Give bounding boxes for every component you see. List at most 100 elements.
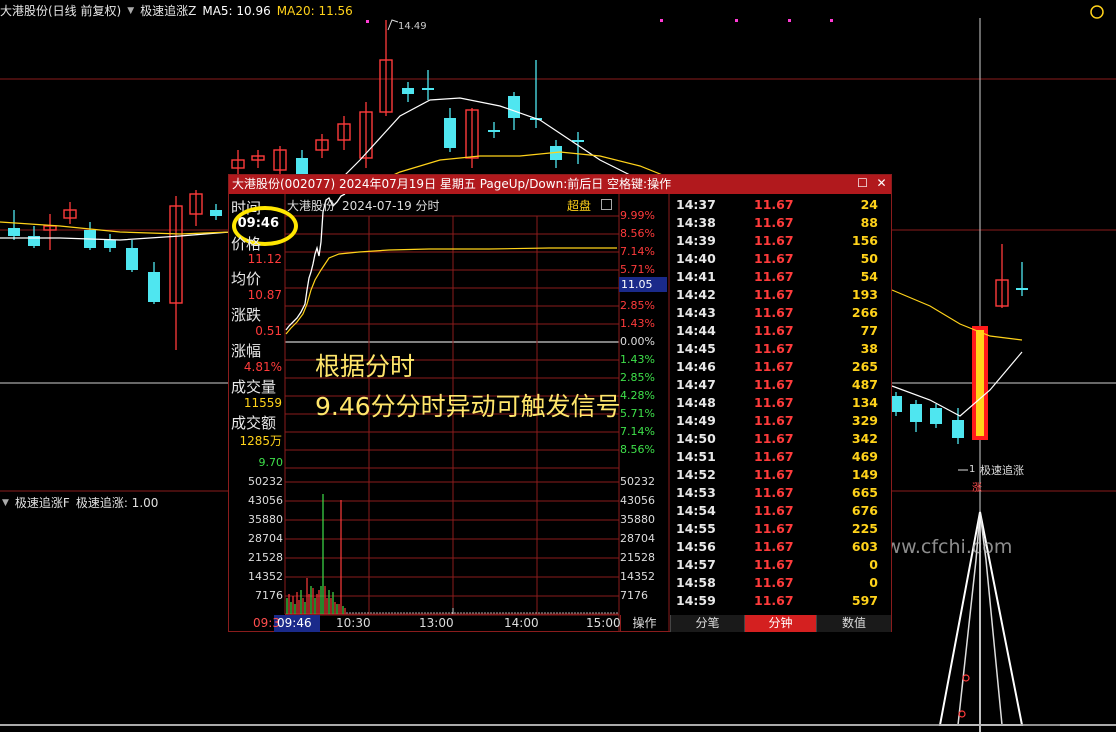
tick-row[interactable]: 14:52 11.67 149 [670, 467, 884, 485]
tick-row[interactable]: 14:44 11.67 77 [670, 323, 884, 341]
chart-stock-name: 大港股份 [287, 199, 336, 213]
average-line [285, 247, 617, 335]
tick-row[interactable]: 14:55 11.67 225 [670, 521, 884, 539]
tick-row[interactable]: 14:38 11.67 88 [670, 215, 884, 233]
candle-body [148, 272, 160, 302]
tick-volume: 329 [851, 413, 878, 428]
window-titlebar[interactable]: 大港股份(002077) 2024年07月19日 星期五 PageUp/Down… [229, 175, 891, 194]
pct-axis-label: 7.14% [620, 245, 655, 258]
candle-body [910, 404, 922, 422]
tick-row[interactable]: 14:51 11.67 469 [670, 449, 884, 467]
tick-row[interactable]: 14:47 11.67 487 [670, 377, 884, 395]
tick-time: 14:47 [676, 377, 716, 392]
tick-time: 14:56 [676, 539, 716, 554]
tick-row[interactable]: 14:54 11.67 676 [670, 503, 884, 521]
tick-volume: 665 [851, 485, 878, 500]
sub-marker [962, 674, 970, 682]
mode-toggle-icon[interactable] [601, 199, 612, 210]
chart-mode[interactable]: 超盘 [567, 197, 591, 214]
tick-row[interactable]: 14:43 11.67 266 [670, 305, 884, 323]
tick-price: 11.67 [754, 269, 794, 284]
marker-dot [735, 19, 738, 22]
candle-body [402, 88, 414, 94]
stock-title[interactable]: 大港股份(日线 前复权) [0, 2, 121, 19]
dropdown-arrow-icon[interactable]: ▼ [127, 6, 134, 16]
tick-row[interactable]: 14:50 11.67 342 [670, 431, 884, 449]
tick-row[interactable]: 14:40 11.67 50 [670, 251, 884, 269]
tab-minutes[interactable]: 分钟 [744, 615, 816, 632]
tick-row[interactable]: 14:56 11.67 603 [670, 539, 884, 557]
tick-time: 14:54 [676, 503, 716, 518]
tick-row[interactable]: 14:46 11.67 265 [670, 359, 884, 377]
tick-price: 11.67 [754, 305, 794, 320]
sub-indicator-name: 极速追涨F [14, 496, 70, 510]
tick-price: 11.67 [754, 377, 794, 392]
tick-price: 11.67 [754, 341, 794, 356]
tab-trades[interactable]: 分笔 [670, 615, 744, 632]
change-label: 涨跌 [231, 306, 262, 324]
tick-volume: 266 [851, 305, 878, 320]
volume-axis-left-label: 28704 [248, 532, 283, 545]
vol-value: 11559 [243, 396, 282, 410]
pct-label: 涨幅 [231, 342, 262, 360]
intraday-window[interactable]: 大港股份(002077) 2024年07月19日 星期五 PageUp/Down… [228, 174, 892, 632]
tick-row[interactable]: 14:42 11.67 193 [670, 287, 884, 305]
chart-date: 2024-07-19 分时 [342, 199, 440, 213]
ma20-label: MA20: 11.56 [276, 3, 353, 18]
tick-row[interactable]: 14:41 11.67 54 [670, 269, 884, 287]
tick-time: 14:44 [676, 323, 716, 338]
tick-volume: 193 [851, 287, 878, 302]
tick-row[interactable]: 14:59 11.67 597 [670, 593, 884, 611]
price-line [285, 194, 346, 331]
maximize-icon[interactable]: ☐ [855, 176, 870, 191]
tab-values[interactable]: 数值 [816, 615, 891, 632]
volume-axis-left-label: 43056 [248, 494, 283, 507]
tick-row[interactable]: 14:45 11.67 38 [670, 341, 884, 359]
tick-volume: 156 [851, 233, 878, 248]
tick-volume: 676 [851, 503, 878, 518]
settings-circle-icon [1090, 5, 1104, 19]
close-icon[interactable]: ✕ [874, 176, 889, 191]
dropdown-arrow-icon[interactable]: ▼ [2, 498, 9, 508]
tick-time: 14:59 [676, 593, 716, 608]
tick-time: 14:42 [676, 287, 716, 302]
tick-time: 14:49 [676, 413, 716, 428]
tick-row[interactable]: 14:37 11.67 24 [670, 197, 884, 215]
signal-tag: 涨 [972, 483, 982, 494]
x-tick-cursor: 09:46 [277, 616, 312, 630]
tick-price: 11.67 [754, 575, 794, 590]
pct-axis-label: 0.00% [620, 335, 655, 348]
tick-row[interactable]: 14:57 11.67 0 [670, 557, 884, 575]
tick-time: 14:51 [676, 449, 716, 464]
candle-body [210, 210, 222, 216]
volume-axis-left-label: 50232 [248, 475, 283, 488]
tick-time: 14:43 [676, 305, 716, 320]
main-chart-header: 大港股份(日线 前复权) ▼ 极速追涨Z MA5: 10.96 MA20: 11… [0, 2, 353, 19]
candle-body [422, 88, 434, 90]
tick-time: 14:46 [676, 359, 716, 374]
candle-body [126, 248, 138, 270]
tick-row[interactable]: 14:39 11.67 156 [670, 233, 884, 251]
tick-price: 11.67 [754, 539, 794, 554]
pct-axis-label: 4.28% [620, 389, 655, 402]
tick-volume: 54 [860, 269, 878, 284]
volume-axis-right-label: 28704 [620, 532, 655, 545]
tick-time: 14:58 [676, 575, 716, 590]
x-tick: 15:00 [586, 616, 621, 630]
volume-axis-left-label: 21528 [248, 551, 283, 564]
vol-label: 成交量 [231, 378, 277, 396]
tick-row[interactable]: 14:48 11.67 134 [670, 395, 884, 413]
operate-button[interactable]: 操作 [620, 615, 668, 632]
marker-dot [830, 19, 833, 22]
tick-price: 11.67 [754, 215, 794, 230]
volume-axis-right-label: 14352 [620, 570, 655, 583]
tick-row[interactable]: 14:53 11.67 665 [670, 485, 884, 503]
pct-axis-label: 2.85% [620, 371, 655, 384]
tick-price: 11.67 [754, 197, 794, 212]
tick-row[interactable]: 14:49 11.67 329 [670, 413, 884, 431]
tick-price: 11.67 [754, 449, 794, 464]
tick-volume: 149 [851, 467, 878, 482]
tick-volume: 265 [851, 359, 878, 374]
ma5-label: MA5: 10.96 [202, 3, 271, 18]
tick-row[interactable]: 14:58 11.67 0 [670, 575, 884, 593]
